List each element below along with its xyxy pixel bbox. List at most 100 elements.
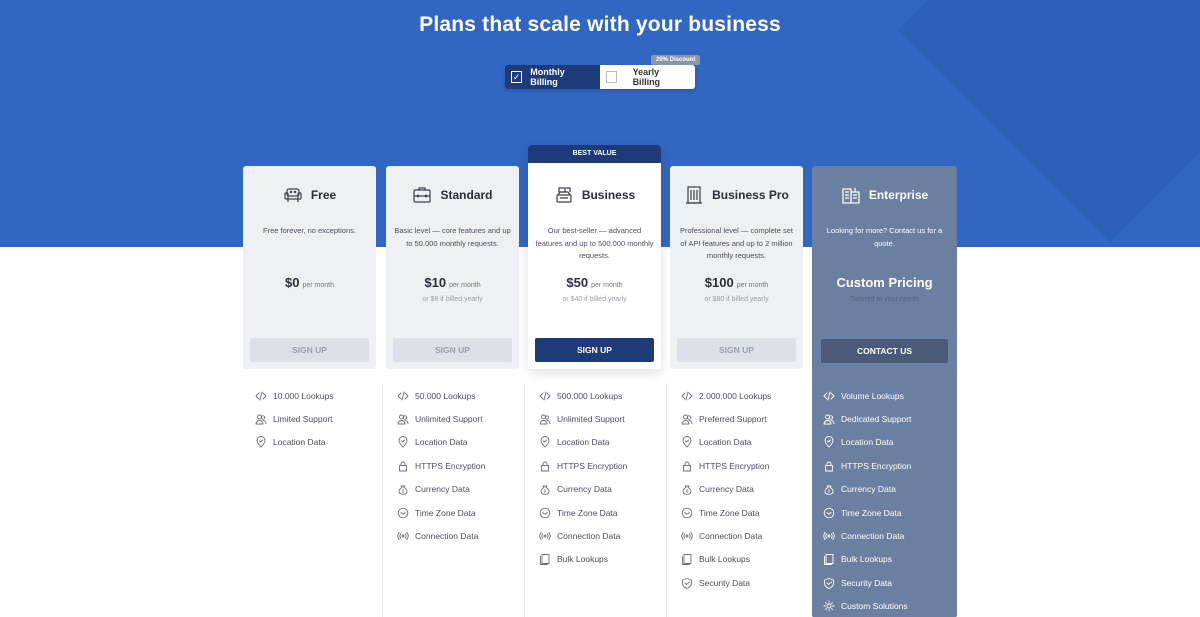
location-pin-icon	[539, 436, 551, 448]
feature-item: Location Data	[397, 431, 485, 454]
billing-toggle: ✓ Monthly Billing Yearly Billing	[505, 65, 695, 89]
documents-icon	[539, 553, 551, 566]
yearly-note: or $8 if billed yearly	[422, 296, 483, 303]
plan-description: Our best-seller — advanced features and …	[535, 226, 654, 260]
feature-label: Unlimited Support	[557, 414, 625, 425]
feature-item: Location Data	[823, 431, 911, 454]
feature-label: Security Data	[699, 577, 751, 588]
plan-name: Enterprise	[868, 188, 929, 202]
signal-icon	[397, 530, 409, 542]
feature-label: Limited Support	[273, 414, 333, 425]
feature-label: Bulk Lookups	[841, 554, 893, 565]
feature-item: HTTPS Encryption	[539, 454, 627, 477]
feature-item: Connection Data	[397, 524, 485, 547]
plan-name: Business	[581, 188, 636, 202]
code-icon	[823, 390, 835, 402]
money-bag-icon	[823, 483, 835, 495]
feature-label: Location Data	[557, 437, 610, 448]
location-pin-icon	[823, 436, 835, 448]
yearly-note: or $80 if billed yearly	[704, 296, 769, 303]
feature-label: Location Data	[273, 437, 326, 448]
yearly-billing-option[interactable]: Yearly Billing	[600, 65, 695, 89]
briefcase-icon	[412, 185, 432, 205]
feature-list-business-pro: 2.000.000 Lookups Preferred Support Locati…	[666, 384, 772, 617]
feature-label: Bulk Lookups	[699, 554, 751, 565]
feature-item: Currency Data	[823, 478, 911, 501]
cash-register-icon	[554, 185, 574, 205]
feature-label: Bulk Lookups	[557, 554, 609, 565]
feature-item: Bulk Lookups	[681, 548, 771, 571]
code-icon	[539, 390, 551, 402]
sign-up-button-business[interactable]: SIGN UP	[535, 338, 654, 362]
clock-icon	[823, 507, 835, 519]
sign-up-button-free[interactable]: SIGN UP	[250, 338, 369, 362]
page-title: Plans that scale with your business	[419, 13, 781, 36]
feature-label: HTTPS Encryption	[557, 460, 628, 471]
custom-pricing: Custom Pricing	[836, 275, 933, 290]
feature-label: Connection Data	[557, 531, 621, 542]
plan-name: Standard	[440, 188, 493, 202]
armchair-icon	[283, 185, 303, 205]
feature-label: Time Zone Data	[415, 507, 476, 518]
feature-item: 500.000 Lookups	[539, 384, 627, 407]
price-amount: $100	[704, 275, 734, 290]
location-pin-icon	[397, 436, 409, 448]
documents-icon	[823, 553, 835, 566]
money-bag-icon	[539, 483, 551, 495]
feature-item: Time Zone Data	[681, 501, 771, 524]
feature-item: 50.000 Lookups	[397, 384, 485, 407]
monthly-billing-option[interactable]: ✓ Monthly Billing	[505, 65, 600, 89]
feature-item: 10.000 Lookups	[255, 384, 334, 407]
users-icon	[397, 413, 409, 425]
feature-list-free: 10.000 Lookups Limited Support Location Da…	[255, 384, 334, 454]
feature-item: Currency Data	[681, 478, 771, 501]
plan-price: $0 per month	[243, 275, 376, 293]
feature-label: HTTPS Encryption	[699, 460, 770, 471]
feature-label: Volume Lookups	[841, 390, 904, 401]
feature-label: Connection Data	[415, 531, 479, 542]
code-icon	[397, 390, 409, 402]
feature-label: Custom Solutions	[841, 601, 908, 612]
feature-label: 2.000.000 Lookups	[699, 390, 772, 401]
feature-item: Connection Data	[681, 524, 771, 547]
feature-item: HTTPS Encryption	[397, 454, 485, 477]
clock-icon	[397, 507, 409, 519]
feature-label: 500.000 Lookups	[557, 390, 623, 401]
plan-card-free: Free Free forever, no exceptions. $0 per …	[243, 166, 376, 369]
plan-description: Free forever, no exceptions.	[263, 226, 356, 235]
feature-item: Custom Solutions	[823, 595, 911, 617]
signal-icon	[681, 530, 693, 542]
feature-item: Security Data	[823, 571, 911, 594]
plan-description: Looking for more? Contact us for a quote…	[826, 226, 943, 248]
feature-item: Time Zone Data	[539, 501, 627, 524]
feature-item: Volume Lookups	[823, 384, 911, 407]
lock-icon	[823, 460, 835, 472]
feature-label: Location Data	[415, 437, 468, 448]
feature-item: Location Data	[681, 431, 771, 454]
sign-up-button-standard[interactable]: SIGN UP	[393, 338, 512, 362]
price-amount: $10	[424, 275, 447, 290]
feature-label: Connection Data	[841, 531, 905, 542]
shield-icon	[681, 577, 693, 589]
feature-label: Currency Data	[557, 484, 612, 495]
sign-up-button-business-pro[interactable]: SIGN UP	[677, 338, 796, 362]
checkbox-checked-icon[interactable]: ✓	[511, 71, 523, 83]
plan-name: Free	[310, 188, 337, 202]
feature-label: Time Zone Data	[699, 507, 760, 518]
money-bag-icon	[681, 483, 693, 495]
feature-item: Limited Support	[255, 407, 334, 430]
feature-label: Dedicated Support	[841, 414, 912, 425]
contact-us-button[interactable]: CONTACT US	[821, 339, 948, 363]
feature-list-standard: 50.000 Lookups Unlimited Support Location …	[382, 384, 485, 617]
price-amount: $0	[285, 275, 300, 290]
feature-label: HTTPS Encryption	[415, 460, 486, 471]
plan-price: $50 per month	[528, 275, 661, 293]
feature-label: HTTPS Encryption	[841, 460, 912, 471]
plan-card-business-pro: Business Pro Professional level — comple…	[670, 166, 803, 369]
yearly-note	[243, 296, 376, 306]
checkbox-unchecked-icon[interactable]	[606, 71, 617, 83]
plan-price: $100 per month	[670, 275, 803, 293]
feature-item: Currency Data	[397, 478, 485, 501]
building-icon	[684, 185, 704, 205]
price-period: per month	[449, 282, 481, 289]
